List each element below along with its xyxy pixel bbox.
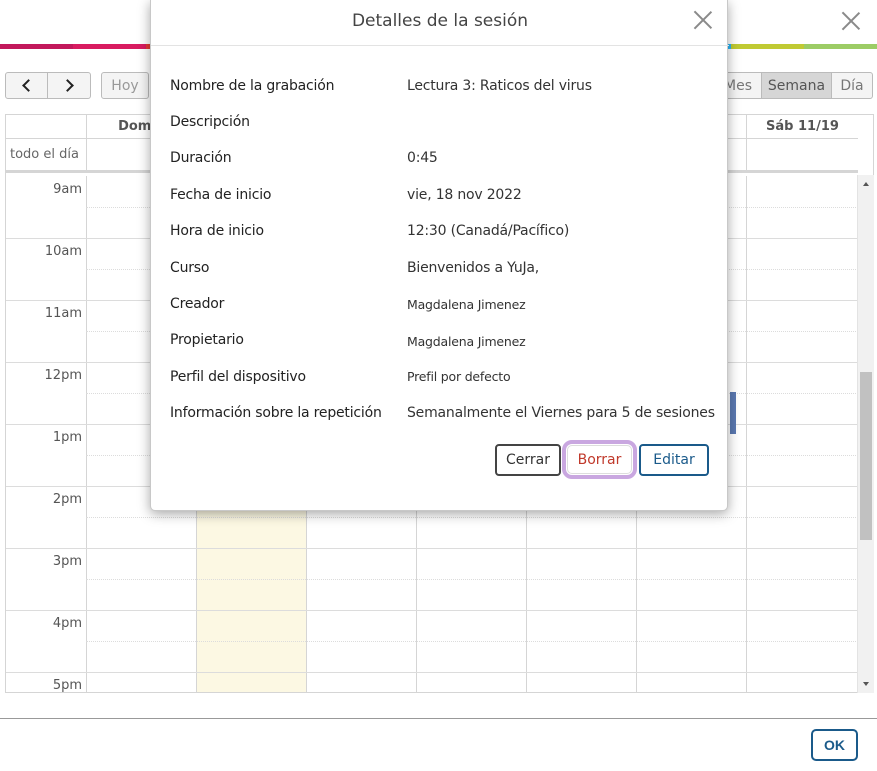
start-date-value: vie, 18 nov 2022 bbox=[407, 187, 522, 203]
hour-divider bbox=[6, 424, 86, 425]
device-profile-value: Prefil por defecto bbox=[407, 369, 511, 384]
dialog-close-icon[interactable] bbox=[691, 8, 715, 32]
duration-value: 0:45 bbox=[407, 150, 438, 166]
hour-divider bbox=[6, 362, 86, 363]
footer-divider bbox=[0, 718, 877, 719]
calendar-scrollbar[interactable] bbox=[857, 175, 874, 693]
hour-divider bbox=[6, 672, 86, 673]
recording-name-value: Lectura 3: Raticos del virus bbox=[407, 78, 592, 94]
hour-label: 11am bbox=[44, 306, 82, 321]
half-hour-line bbox=[86, 579, 858, 580]
start-time-label: Hora de inicio bbox=[170, 223, 264, 239]
hour-divider bbox=[6, 238, 86, 239]
edit-button[interactable]: Editar bbox=[639, 444, 709, 476]
hour-divider bbox=[6, 548, 86, 549]
start-time-value: 12:30 (Canadá/Pacífico) bbox=[407, 223, 570, 239]
prev-week-button[interactable] bbox=[5, 72, 48, 99]
hour-line bbox=[86, 548, 858, 549]
hour-label: 1pm bbox=[52, 430, 82, 445]
owner-label: Propietario bbox=[170, 332, 244, 348]
next-week-button[interactable] bbox=[47, 72, 91, 99]
scroll-down-icon[interactable] bbox=[863, 682, 869, 686]
view-day-button[interactable]: Día bbox=[831, 72, 873, 99]
ok-button[interactable]: OK bbox=[811, 729, 858, 761]
allday-cell[interactable] bbox=[746, 139, 858, 170]
repeat-info-label: Información sobre la repetición bbox=[170, 405, 382, 421]
hour-line bbox=[86, 672, 858, 673]
dialog-header: Detalles de la sesión bbox=[151, 0, 729, 46]
chevron-right-icon bbox=[60, 79, 74, 92]
hour-line bbox=[86, 610, 858, 611]
hour-divider bbox=[6, 486, 86, 487]
session-details-dialog: Detalles de la sesión Nombre de la graba… bbox=[150, 0, 729, 511]
allday-label: todo el día bbox=[10, 147, 79, 162]
today-button[interactable]: Hoy bbox=[101, 72, 149, 99]
duration-label: Duración bbox=[170, 150, 232, 166]
chevron-left-icon bbox=[22, 79, 35, 92]
hour-divider bbox=[6, 610, 86, 611]
repeat-info-value: Semanalmente el Viernes para 5 de sesion… bbox=[407, 405, 715, 421]
creator-label: Creador bbox=[170, 296, 225, 312]
day-column[interactable] bbox=[746, 176, 858, 692]
view-week-button[interactable]: Semana bbox=[761, 72, 832, 99]
owner-value: Magdalena Jimenez bbox=[407, 334, 526, 349]
hour-label: 2pm bbox=[52, 492, 82, 507]
session-event[interactable] bbox=[730, 392, 736, 434]
hour-label: 3pm bbox=[52, 554, 82, 569]
hour-divider bbox=[6, 300, 86, 301]
half-hour-line bbox=[86, 641, 858, 642]
dialog-title: Detalles de la sesión bbox=[351, 11, 529, 31]
stripe-segment bbox=[73, 44, 147, 49]
stripe-segment bbox=[803, 44, 877, 49]
course-label: Curso bbox=[170, 260, 210, 276]
hour-label: 5pm bbox=[52, 678, 82, 693]
delete-button[interactable]: Borrar bbox=[567, 445, 632, 474]
start-date-label: Fecha de inicio bbox=[170, 187, 272, 203]
day-header-sat: Sáb 11/19 bbox=[746, 115, 858, 139]
device-profile-label: Perfil del dispositivo bbox=[170, 369, 306, 385]
window-close-icon[interactable] bbox=[838, 8, 864, 34]
hour-label: 4pm bbox=[52, 616, 82, 631]
close-button[interactable]: Cerrar bbox=[495, 444, 561, 476]
scrollbar-thumb[interactable] bbox=[860, 372, 872, 540]
hour-label: 9am bbox=[53, 182, 82, 197]
hour-label: 10am bbox=[44, 244, 82, 259]
course-value: Bienvenidos a YuJa, bbox=[407, 260, 540, 276]
scroll-up-icon[interactable] bbox=[863, 182, 869, 186]
hour-label: 12pm bbox=[44, 368, 82, 383]
creator-value: Magdalena Jimenez bbox=[407, 297, 526, 312]
description-label: Descripción bbox=[170, 114, 250, 130]
stripe-segment bbox=[0, 44, 74, 49]
stripe-segment bbox=[730, 44, 804, 49]
half-hour-line bbox=[86, 517, 858, 518]
recording-name-label: Nombre de la grabación bbox=[170, 78, 335, 94]
